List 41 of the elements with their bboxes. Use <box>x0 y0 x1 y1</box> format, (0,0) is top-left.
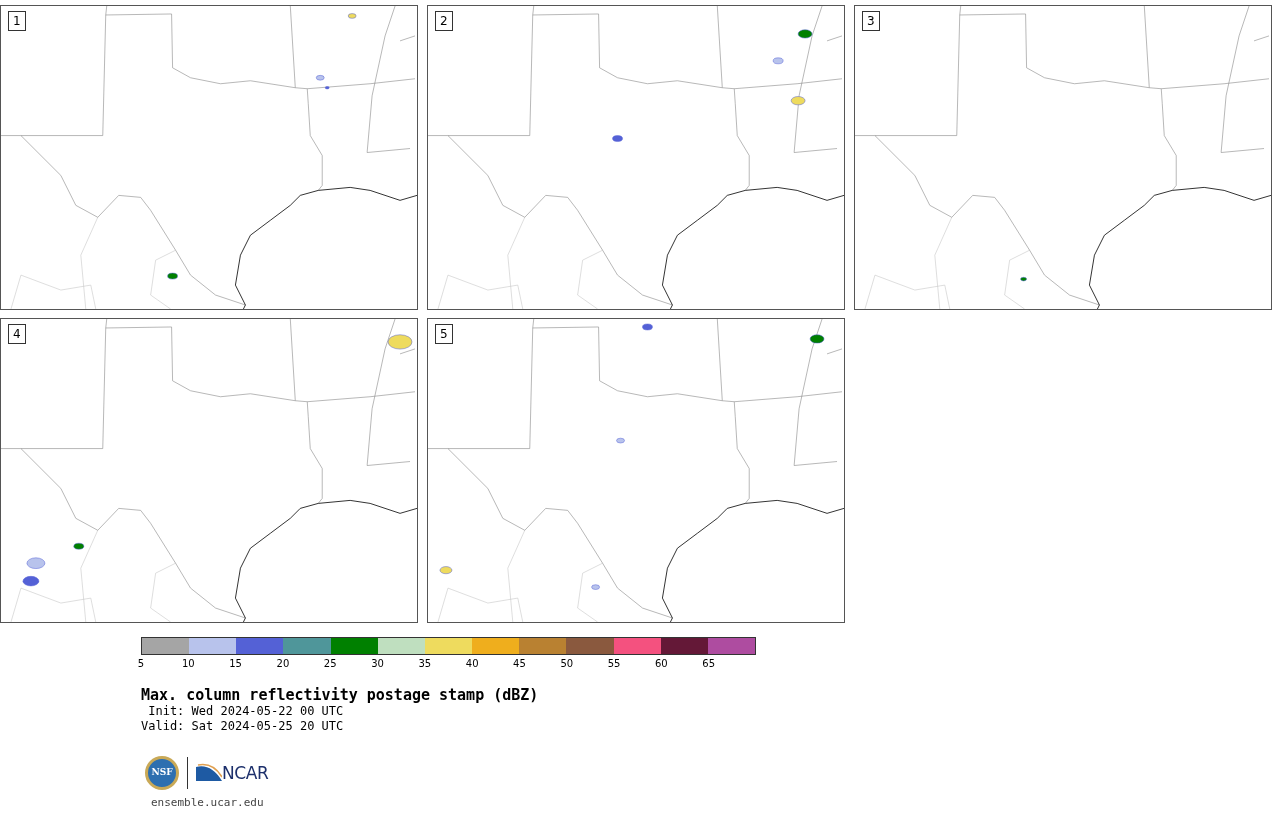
radar-echo <box>347 13 357 19</box>
radar-echo <box>797 29 813 39</box>
site-url: ensemble.ucar.edu <box>151 796 265 809</box>
tick-label: 10 <box>181 658 195 670</box>
tick-label: 15 <box>229 658 242 670</box>
radar-echo <box>790 96 806 106</box>
panel-number: 5 <box>435 324 453 344</box>
valid-time: Valid: Sat 2024-05-25 20 UTC <box>141 719 345 734</box>
radar-echo <box>439 566 453 574</box>
radar-echo <box>22 576 40 587</box>
radar-echo <box>616 437 625 444</box>
wordmark-logo: NCAR <box>222 763 269 783</box>
tick-label: 45 <box>513 658 526 670</box>
tick-label: 20 <box>276 658 290 670</box>
radar-echo <box>612 135 623 142</box>
tick-label: 50 <box>560 658 574 670</box>
radar-echo <box>591 584 600 590</box>
radar-echo <box>772 57 784 65</box>
tick-label: 30 <box>371 658 384 670</box>
radar-echo <box>642 323 653 331</box>
radar-echo <box>167 272 178 280</box>
init-time: Init: Wed 2024-05-22 00 UTC <box>147 704 345 719</box>
tick-label: 40 <box>465 658 479 670</box>
tick-label: 25 <box>323 658 337 670</box>
radar-echo <box>73 543 85 550</box>
tick-label: 55 <box>607 658 621 670</box>
panel-number: 3 <box>862 11 880 31</box>
swoosh-logo-icon <box>196 763 222 783</box>
radar-echo <box>1020 277 1027 282</box>
tick-label: 35 <box>418 658 432 670</box>
tick-label: 5 <box>137 658 145 670</box>
chart-title: Max. column reflectivity postage stamp (dBZ) <box>141 686 540 704</box>
panel-number: 4 <box>8 324 26 344</box>
radar-echo <box>809 334 825 344</box>
tick-label: 65 <box>702 658 716 670</box>
seal-logo: NSF <box>145 756 179 790</box>
tick-label: 60 <box>655 658 668 670</box>
radar-echo <box>26 557 46 569</box>
panel-number: 2 <box>435 11 453 31</box>
panel-number: 1 <box>8 11 26 31</box>
radar-echo <box>387 334 413 350</box>
